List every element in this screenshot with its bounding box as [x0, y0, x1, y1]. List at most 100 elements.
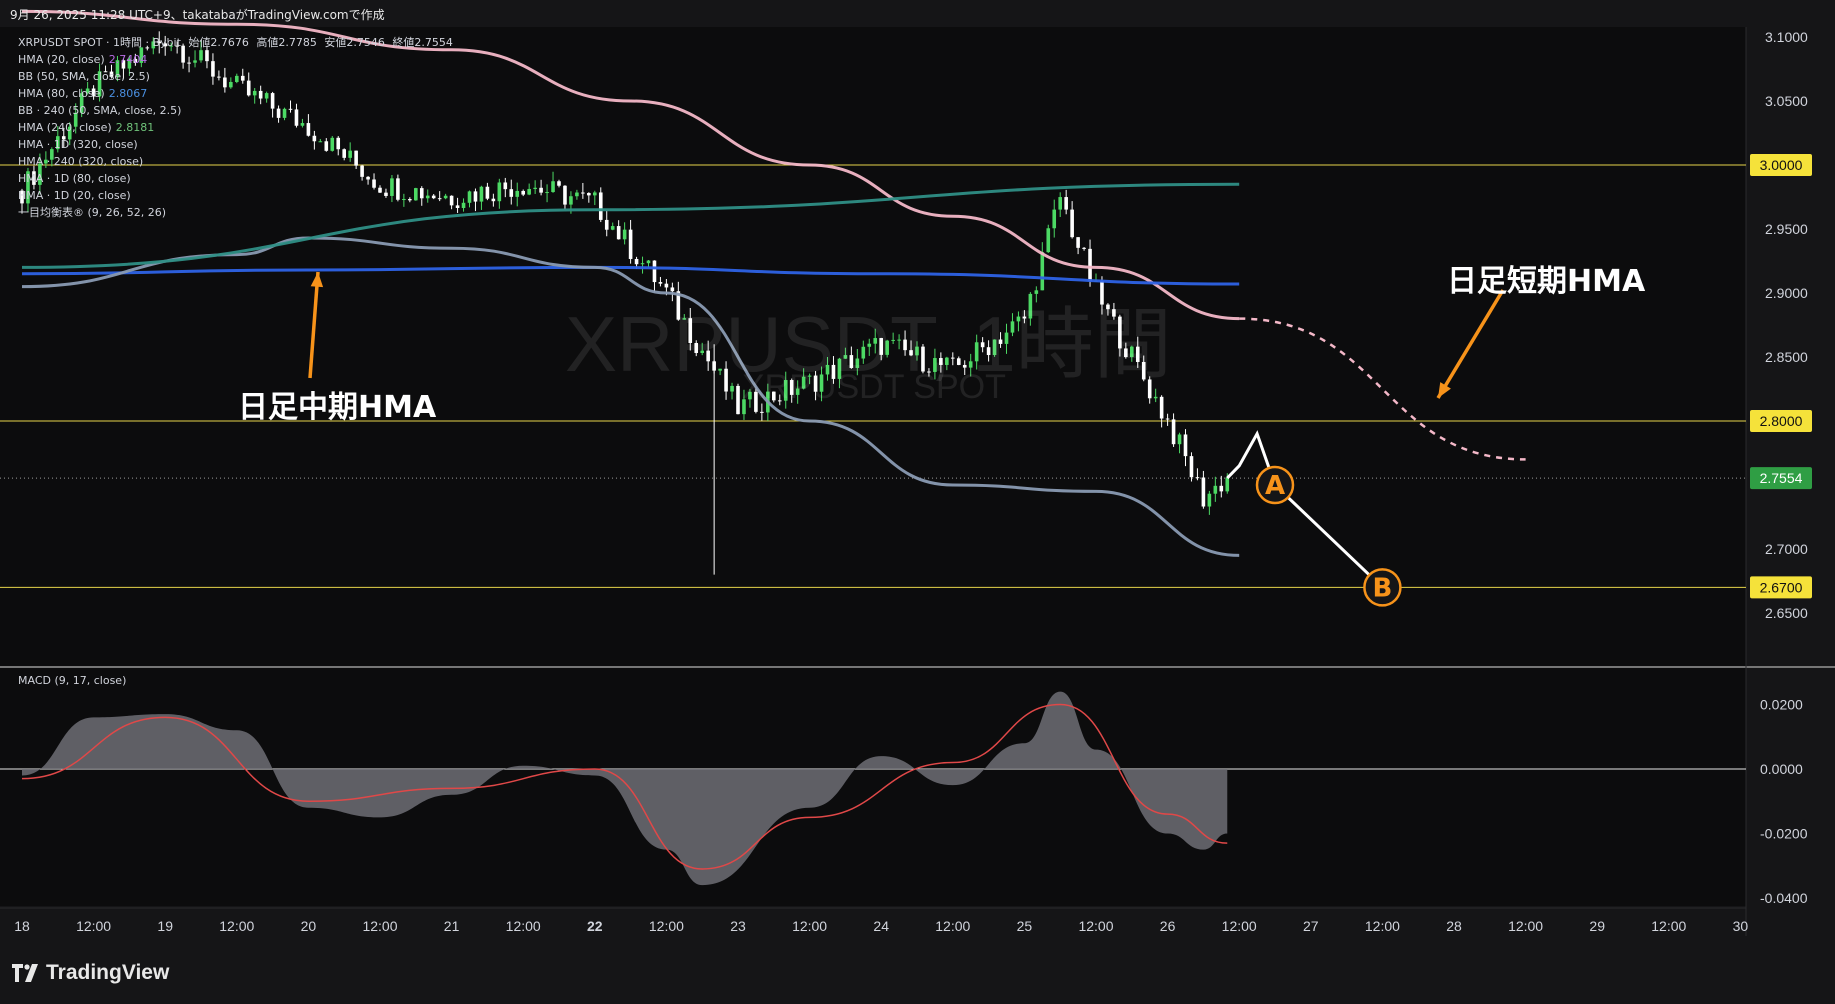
legend-row[interactable]: BB · 240 (50, SMA, close, 2.5) — [18, 102, 453, 119]
symbol-watermark-sub: XRPUSDT SPOT — [742, 368, 1006, 406]
candle-body — [646, 260, 651, 264]
legend-low-label: 安値 — [324, 36, 347, 49]
candle-body — [1189, 456, 1194, 478]
candle-body — [461, 202, 466, 208]
candle-body — [545, 192, 549, 194]
wave-point-label: A — [1265, 471, 1285, 501]
candle-body — [1165, 418, 1170, 420]
candle-body — [521, 190, 525, 195]
legend-row[interactable]: BB (50, SMA, close, 2.5) — [18, 68, 453, 85]
tradingview-brand: TradingView — [46, 961, 170, 984]
x-tick-label: 12:00 — [1078, 918, 1113, 934]
legend-symbol-label: XRPUSDT SPOT · 1時間 · Bybit — [18, 36, 181, 49]
legend-label: HMA (20, close) — [18, 53, 105, 66]
legend-row[interactable]: HMA · 240 (320, close) — [18, 153, 453, 170]
candle-body — [760, 411, 764, 413]
legend-row-symbol[interactable]: XRPUSDT SPOT · 1時間 · Bybit 始値2.7676 高値2.… — [18, 34, 453, 51]
x-tick-label: 25 — [1017, 918, 1033, 934]
x-tick-label: 24 — [873, 918, 889, 934]
legend-label: BB · 240 (50, SMA, close, 2.5) — [18, 104, 182, 117]
y-tick-label: 3.0500 — [1765, 93, 1808, 109]
x-tick-label: 28 — [1446, 918, 1462, 934]
candle-body — [628, 229, 633, 259]
candle-body — [634, 258, 639, 265]
annotation-mid-hma: 日足中期HMA — [238, 390, 437, 425]
candle-body — [575, 192, 579, 197]
legend-row[interactable]: HMA (80, close) 2.8067 — [18, 85, 453, 102]
legend-close-value: 2.7554 — [414, 36, 453, 49]
candle-body — [1171, 419, 1176, 445]
candle-body — [1153, 396, 1158, 399]
candle-body — [551, 181, 555, 193]
candle-body — [616, 226, 621, 240]
indicator-legend[interactable]: XRPUSDT SPOT · 1時間 · Bybit 始値2.7676 高値2.… — [18, 34, 453, 221]
legend-row[interactable]: HMA (20, close) 2.7404 — [18, 51, 453, 68]
x-tick-label: 12:00 — [76, 918, 111, 934]
legend-high-label: 高値 — [256, 36, 279, 49]
candle-body — [1183, 434, 1188, 457]
candle-body — [1076, 237, 1080, 248]
level-price-tag-label: 2.6700 — [1760, 579, 1803, 595]
candle-body — [1082, 247, 1086, 249]
legend-row[interactable]: HMA (240, close) 2.8181 — [18, 119, 453, 136]
legend-value: 2.8067 — [108, 87, 148, 100]
x-tick-label: 12:00 — [219, 918, 254, 934]
level-price-tag-label: 2.8000 — [1760, 413, 1803, 429]
legend-label: BB (50, SMA, close, 2.5) — [18, 70, 150, 83]
y-tick-label: 2.8500 — [1765, 349, 1808, 365]
legend-open-value: 2.7676 — [210, 36, 249, 49]
candle-body — [557, 181, 561, 186]
x-tick-label: 20 — [301, 918, 317, 934]
candle-body — [563, 185, 567, 205]
x-tick-label: 12:00 — [649, 918, 684, 934]
last-price-tag-label: 2.7554 — [1760, 470, 1803, 486]
macd-y-tick-label: 0.0200 — [1760, 697, 1803, 713]
y-tick-label: 2.9500 — [1765, 221, 1808, 237]
candle-body — [622, 229, 627, 240]
legend-low-value: 2.7546 — [346, 36, 385, 49]
x-tick-label: 12:00 — [1508, 918, 1543, 934]
macd-legend[interactable]: MACD (9, 17, close) — [18, 674, 126, 687]
candle-body — [593, 192, 597, 196]
candle-body — [515, 190, 520, 197]
candle-body — [527, 188, 531, 195]
legend-label: 一目均衡表® (9, 26, 52, 26) — [18, 206, 167, 219]
x-tick-label: 30 — [1733, 918, 1749, 934]
candle-body — [497, 182, 502, 202]
header-bar: 9月 26, 2025 11:28 UTC+9、takatabaがTrading… — [0, 0, 1835, 26]
y-tick-label: 2.9000 — [1765, 285, 1808, 301]
legend-value: 2.7404 — [108, 53, 148, 66]
candle-body — [1207, 493, 1212, 507]
macd-y-tick-label: 0.0000 — [1760, 761, 1803, 777]
legend-row[interactable]: HMA · 1D (20, close) — [18, 187, 453, 204]
candle-body — [587, 193, 591, 196]
legend-row[interactable]: 一目均衡表® (9, 26, 52, 26) — [18, 204, 453, 221]
legend-row[interactable]: HMA · 1D (320, close) — [18, 136, 453, 153]
legend-label: HMA (80, close) — [18, 87, 105, 100]
candle-body — [1177, 434, 1182, 445]
legend-row[interactable]: HMA · 1D (80, close) — [18, 170, 453, 187]
x-tick-label: 12:00 — [1222, 918, 1257, 934]
candle-body — [1070, 209, 1074, 238]
candle-body — [1064, 197, 1068, 210]
level-price-tag-label: 3.0000 — [1760, 157, 1803, 173]
legend-label: HMA · 240 (320, close) — [18, 155, 144, 168]
x-tick-label: 26 — [1160, 918, 1176, 934]
candle-body — [1225, 477, 1230, 492]
x-tick-label: 18 — [14, 918, 30, 934]
legend-label: HMA · 1D (20, close) — [18, 189, 131, 202]
candle-body — [1219, 485, 1224, 492]
x-tick-label: 21 — [444, 918, 460, 934]
candle-body — [509, 189, 514, 197]
legend-label: HMA · 1D (320, close) — [18, 138, 138, 151]
candle-body — [533, 187, 537, 189]
y-tick-label: 2.7000 — [1765, 541, 1808, 557]
candle-body — [491, 198, 496, 202]
annotation-short-hma: 日足短期HMA — [1447, 264, 1646, 299]
candle-body — [1159, 396, 1164, 419]
candle-body — [1058, 197, 1062, 210]
x-tick-label: 12:00 — [792, 918, 827, 934]
footer-bar: TradingView — [0, 944, 1835, 1004]
candle-body — [503, 182, 508, 190]
x-tick-label: 19 — [157, 918, 173, 934]
